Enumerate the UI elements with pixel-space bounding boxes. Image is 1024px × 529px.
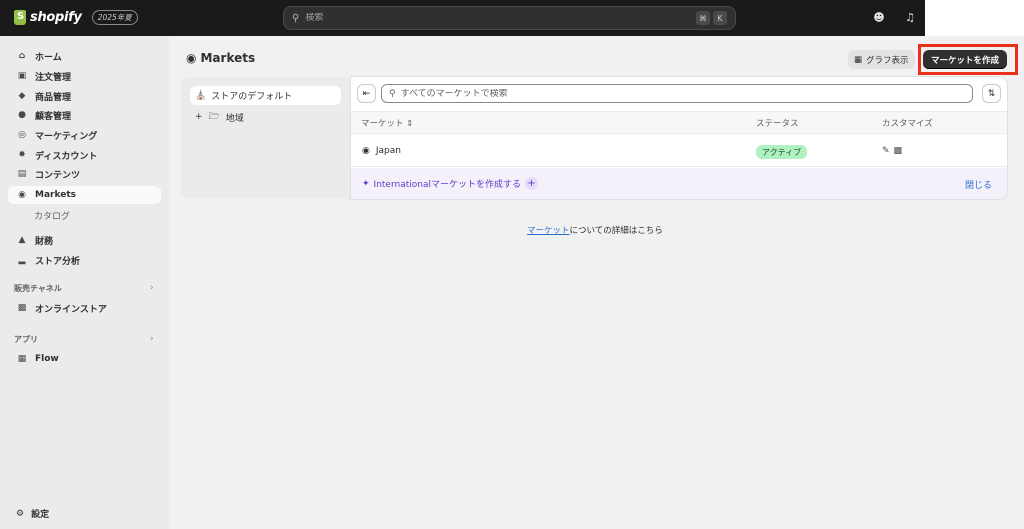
globe-icon: ◉ <box>362 146 370 156</box>
graph-view-label: グラフ表示 <box>866 55 909 66</box>
flow-app-icon: ▦ <box>17 354 27 364</box>
folder-icon: 🗁 <box>208 112 220 122</box>
sidebar-item-label: 注文管理 <box>35 72 72 83</box>
content-icon: ▤ <box>17 169 27 179</box>
search-icon: ⚲ <box>389 88 396 99</box>
market-search-input[interactable] <box>400 88 972 99</box>
sort-icon: ⇕ <box>406 119 414 129</box>
sales-channels-label[interactable]: 販売チャネル <box>14 283 62 294</box>
bar-chart-icon: ▂ <box>18 255 26 265</box>
storefront-icon: ▩ <box>17 303 27 313</box>
plus-icon[interactable]: + <box>525 177 538 190</box>
graph-icon: ▦ <box>854 54 863 65</box>
sidebar-item-orders[interactable]: ▣ 注文管理 <box>8 67 161 85</box>
page-title: ◉ Markets <box>186 51 255 65</box>
close-link[interactable]: 閉じる <box>965 178 992 191</box>
person-icon: ● <box>18 110 26 120</box>
settings-label: 設定 <box>31 510 50 520</box>
sidebar-item-marketing[interactable]: ◎ マーケティング <box>8 126 161 144</box>
sidebar-item-markets[interactable]: ◉ Markets <box>8 186 161 204</box>
shortcut-key-k: K <box>713 11 727 25</box>
sidebar-item-label: Markets <box>35 190 76 200</box>
bank-icon: ▲ <box>18 235 26 245</box>
sidebar-item-customers[interactable]: ● 顧客管理 <box>8 106 161 124</box>
sidebar-item-discounts[interactable]: ✸ ディスカウント <box>8 146 161 164</box>
sidebar-item-label: ホーム <box>35 52 62 63</box>
sidebar-item-label: ディスカウント <box>35 151 98 162</box>
sidebar-item-label: ストア分析 <box>35 256 81 267</box>
tree-item-label: 地域 <box>225 113 244 124</box>
tag-icon: ◆ <box>18 91 26 101</box>
bell-icon[interactable]: ♫ <box>903 11 917 25</box>
gear-icon: ⚙ <box>16 508 25 519</box>
tree-item-store-default[interactable]: ⛪ ストアのデフォルト <box>190 86 341 105</box>
market-search[interactable]: ⚲ <box>381 84 973 103</box>
sort-button[interactable]: ⇅ <box>982 84 1001 103</box>
sidebar-item-content[interactable]: ▤ コンテンツ <box>8 165 161 183</box>
top-bar: shopify 2025年夏 ⚲ ⌘ K ☻ ♫ <box>0 0 925 36</box>
sidebar-subitem-catalog[interactable]: カタログ <box>34 209 70 222</box>
sidebar-item-analytics[interactable]: ▂ ストア分析 <box>8 251 161 269</box>
help-text: マーケットについての詳細はこちら <box>527 224 663 236</box>
global-search[interactable]: ⚲ ⌘ K <box>283 6 736 30</box>
apps-label[interactable]: アプリ <box>14 334 38 345</box>
sidebar-item-label: Flow <box>35 354 59 364</box>
international-link-label: Internationalマーケットを作成する <box>373 180 521 190</box>
shopify-bag-icon <box>14 10 26 25</box>
home-icon: ⌂ <box>18 51 26 61</box>
chevron-right-icon[interactable]: › <box>150 334 154 344</box>
store-customize-icon[interactable]: ▩ <box>894 146 903 156</box>
settings-link[interactable]: ⚙ 設定 <box>16 507 50 521</box>
sidebar-item-flow[interactable]: ▦ Flow <box>8 350 161 368</box>
sidebar-item-label: 財務 <box>35 236 54 247</box>
market-name-cell[interactable]: ◉ Japan <box>362 146 401 156</box>
sidebar-item-products[interactable]: ◆ 商品管理 <box>8 87 161 105</box>
inbox-icon: ▣ <box>17 71 27 81</box>
search-icon: ⚲ <box>292 12 300 24</box>
collapse-panel-button[interactable]: ⇤ <box>357 84 376 103</box>
sparkle-icon: ✦ <box>362 178 370 189</box>
sidebar-item-label: 商品管理 <box>35 92 72 103</box>
column-header-customize: カスタマイズ <box>882 119 933 129</box>
sidebar-item-label: オンラインストア <box>35 304 107 315</box>
column-header-market[interactable]: マーケット ⇕ <box>361 117 413 129</box>
globe-icon: ◉ <box>186 51 197 65</box>
sidebar-item-label: 顧客管理 <box>35 111 72 122</box>
sidebar-item-online-store[interactable]: ▩ オンラインストア <box>8 299 161 317</box>
page-title-text: Markets <box>200 51 256 65</box>
graph-view-button[interactable]: ▦ グラフ表示 <box>848 50 915 69</box>
help-text-suffix: についての詳細はこちら <box>569 226 663 236</box>
store-avatar-icon[interactable]: ☻ <box>872 11 886 25</box>
status-badge: アクティブ <box>756 145 808 159</box>
window-edge <box>925 0 1024 36</box>
price-edit-icon[interactable]: ✎ <box>882 146 890 156</box>
market-name: Japan <box>375 146 401 156</box>
plus-icon[interactable]: + <box>195 112 203 122</box>
create-international-market-link[interactable]: ✦ Internationalマーケットを作成する + <box>362 177 538 190</box>
edition-badge: 2025年夏 <box>91 10 138 25</box>
target-icon: ◎ <box>18 130 26 140</box>
markets-help-link[interactable]: マーケット <box>527 226 570 236</box>
brand-name: shopify <box>30 10 82 25</box>
discount-icon: ✸ <box>18 150 26 160</box>
sidebar-item-label: マーケティング <box>35 131 98 142</box>
column-header-status: ステータス <box>756 119 799 129</box>
table-row[interactable] <box>351 137 1007 167</box>
sidebar-item-home[interactable]: ⌂ ホーム <box>8 47 161 65</box>
store-icon: ⛪ <box>195 90 207 101</box>
sidebar-item-finance[interactable]: ▲ 財務 <box>8 231 161 249</box>
customize-icons: ✎ ▩ <box>882 146 902 156</box>
globe-icon: ◉ <box>18 190 26 200</box>
sidebar-item-label: コンテンツ <box>35 170 81 181</box>
shopify-logo[interactable]: shopify 2025年夏 <box>14 10 138 25</box>
search-input[interactable] <box>305 13 693 23</box>
highlight-box <box>918 44 1018 75</box>
column-header-label: マーケット <box>361 119 404 129</box>
tree-item-label: ストアのデフォルト <box>211 92 293 102</box>
tree-item-region[interactable]: + 🗁 地域 <box>195 109 244 125</box>
chevron-right-icon[interactable]: › <box>150 283 154 293</box>
shortcut-key-cmd: ⌘ <box>696 11 710 25</box>
